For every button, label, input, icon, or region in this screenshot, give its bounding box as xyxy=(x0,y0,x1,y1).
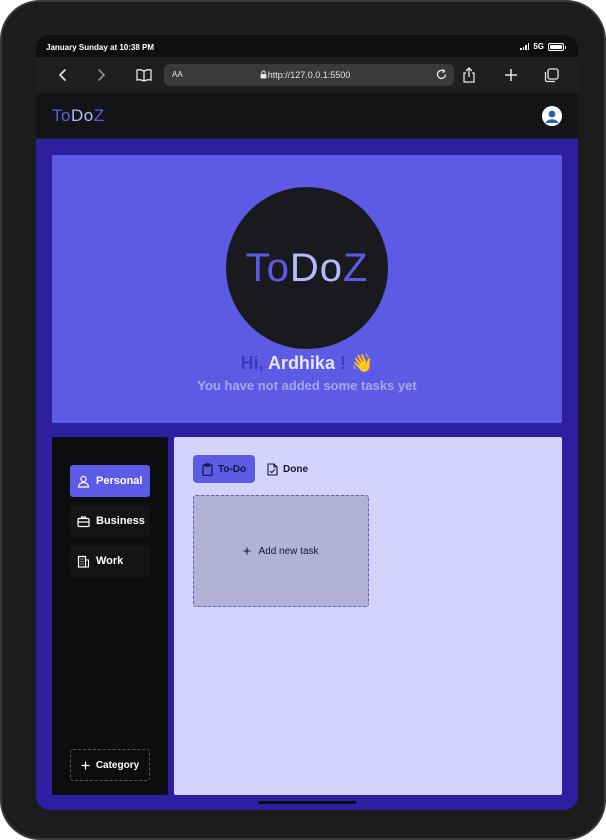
category-personal[interactable]: Personal xyxy=(70,465,150,497)
greeting-subtitle: You have not added some tasks yet xyxy=(197,378,417,393)
category-business[interactable]: Business xyxy=(70,505,150,537)
greeting-hi: Hi, xyxy=(240,353,264,373)
status-indicators: 5G xyxy=(520,42,566,51)
tasks-panel: To-Do Done Add new task xyxy=(174,437,562,795)
tablet-frame: January Sunday at 10:38 PM 5G AA http://… xyxy=(0,0,606,840)
add-category-button[interactable]: Category xyxy=(70,749,150,781)
category-label: Personal xyxy=(96,475,143,487)
new-tab-icon[interactable] xyxy=(500,64,522,86)
forward-icon[interactable] xyxy=(90,64,112,86)
signal-icon xyxy=(520,43,530,50)
home-indicator xyxy=(258,801,356,804)
tab-label: Done xyxy=(283,463,308,475)
category-sidebar: Personal Business Work Category xyxy=(52,437,168,795)
address-bar[interactable]: AA http://127.0.0.1:5500 xyxy=(164,64,454,86)
logo-part-do: Do xyxy=(70,106,94,125)
app-navbar: ToDoZ xyxy=(36,93,578,139)
network-label: 5G xyxy=(533,42,544,51)
add-task-card[interactable]: Add new task xyxy=(193,495,369,607)
nav-logo[interactable]: ToDoZ xyxy=(52,106,105,126)
plus-icon xyxy=(243,547,251,555)
wave-emoji: 👋 xyxy=(351,353,374,373)
file-check-icon xyxy=(267,462,278,476)
avatar-icon xyxy=(542,106,562,126)
battery-icon xyxy=(548,42,566,51)
screen: January Sunday at 10:38 PM 5G AA http://… xyxy=(36,35,578,810)
logo-part-to: To xyxy=(52,106,71,125)
user-avatar[interactable] xyxy=(542,106,562,126)
tab-label: To-Do xyxy=(218,463,247,475)
greeting: Hi, Ardhika ! 👋 xyxy=(52,353,562,374)
hero-banner: To Do Z Hi, Ardhika ! 👋 You have not added… xyxy=(52,155,562,423)
user-icon xyxy=(77,475,90,488)
url-text: http://127.0.0.1:5500 xyxy=(267,70,351,80)
hero-logo-circle: To Do Z xyxy=(226,187,388,349)
hero-logo-part-do: Do xyxy=(289,245,343,290)
building-icon xyxy=(77,555,90,568)
add-task-label: Add new task xyxy=(258,545,319,557)
content-area: To Do Z Hi, Ardhika ! 👋 You have not added… xyxy=(36,139,578,810)
clipboard-icon xyxy=(202,462,213,476)
reload-icon[interactable] xyxy=(435,68,448,81)
category-work[interactable]: Work xyxy=(70,545,150,577)
tabs-overview-icon[interactable] xyxy=(540,64,562,86)
hero-logo-part-to: To xyxy=(245,245,290,290)
share-icon[interactable] xyxy=(458,64,480,86)
category-label: Business xyxy=(96,515,145,527)
briefcase-icon xyxy=(77,515,90,527)
back-icon[interactable] xyxy=(52,64,74,86)
greeting-end: ! xyxy=(339,353,346,373)
plus-icon xyxy=(81,761,90,769)
tab-done[interactable]: Done xyxy=(258,455,317,483)
status-time: January Sunday at 10:38 PM xyxy=(46,43,155,52)
category-label: Work xyxy=(96,555,124,567)
tab-todo[interactable]: To-Do xyxy=(193,455,256,483)
bookmarks-icon[interactable] xyxy=(133,64,155,86)
logo-part-z: Z xyxy=(93,106,105,125)
browser-toolbar: AA http://127.0.0.1:5500 xyxy=(36,57,578,93)
status-bar: January Sunday at 10:38 PM 5G xyxy=(36,35,578,57)
hero-logo-part-z: Z xyxy=(342,245,369,290)
user-name: Ardhika xyxy=(267,353,335,373)
add-category-label: Category xyxy=(95,759,140,771)
